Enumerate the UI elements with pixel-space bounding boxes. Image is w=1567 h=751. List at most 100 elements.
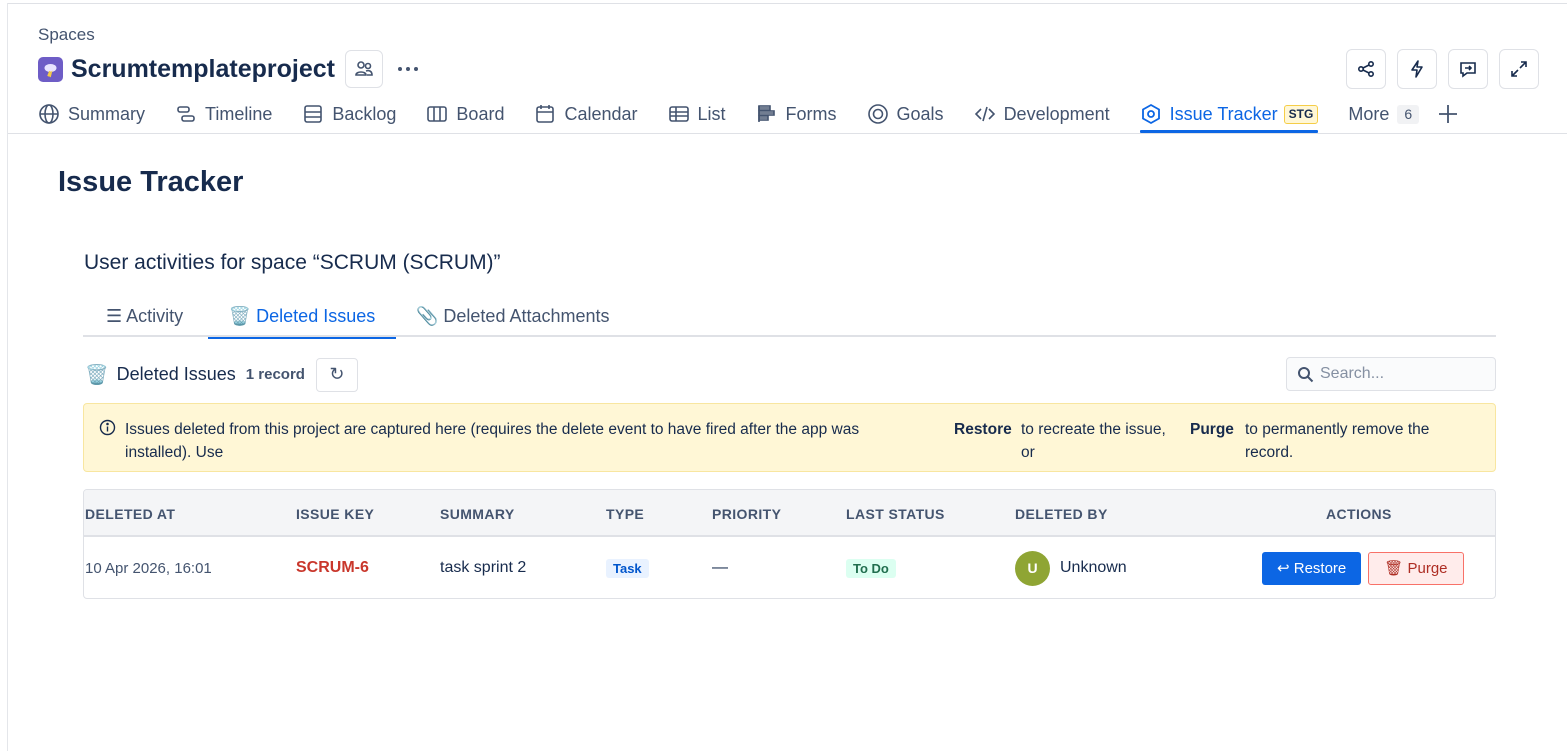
nav-goals[interactable]: Goals <box>867 98 944 130</box>
nav-divider <box>8 133 1567 134</box>
col-last-status: LAST STATUS <box>846 506 945 522</box>
tab-deleted-attachments-label: 📎 Deleted Attachments <box>416 306 610 326</box>
nav-list[interactable]: List <box>668 98 726 130</box>
notice-purge-word: Purge <box>1190 421 1234 438</box>
feedback-icon <box>1460 62 1476 78</box>
nav-timeline[interactable]: Timeline <box>175 98 272 130</box>
cell-last-status: To Do <box>846 537 896 598</box>
cell-actions: ↩ Restore 🗑 Purge <box>1262 537 1464 598</box>
search-box <box>1286 357 1496 391</box>
summary-value: task sprint 2 <box>440 559 527 576</box>
section-header: 🗑️ Deleted Issues 1 record ↻ <box>85 357 358 392</box>
fullscreen-button[interactable] <box>1499 49 1539 89</box>
col-actions: ACTIONS <box>1326 506 1392 522</box>
refresh-icon: ↻ <box>329 364 345 384</box>
cell-deleted-by: U Unknown <box>1015 537 1127 598</box>
notice-text-2: to recreate the issue, or <box>1021 421 1166 461</box>
info-icon <box>99 419 116 436</box>
more-count-badge: 6 <box>1397 104 1420 124</box>
nav-backlog-label: Backlog <box>332 103 397 124</box>
header-actions <box>1346 49 1539 89</box>
nav-timeline-label: Timeline <box>205 103 273 124</box>
nav-calendar[interactable]: Calendar <box>534 98 638 130</box>
globe-icon <box>39 104 59 124</box>
backlog-icon <box>304 105 323 123</box>
feedback-button[interactable] <box>1448 49 1488 89</box>
notice-text-3: to permanently remove the record. <box>1245 421 1430 461</box>
issue-key-link[interactable]: SCRUM-6 <box>296 559 369 577</box>
cell-priority: — <box>712 537 728 598</box>
table-header: DELETED AT ISSUE KEY SUMMARY TYPE PRIORI… <box>84 490 1495 537</box>
cell-issue-key: SCRUM-6 <box>296 537 369 598</box>
people-button[interactable] <box>344 50 383 88</box>
nav-forms[interactable]: Forms <box>756 98 837 130</box>
col-deleted-by: DELETED BY <box>1015 506 1108 522</box>
tab-activity[interactable]: ☰ Activity <box>106 296 183 337</box>
activity-tabs: ☰ Activity 🗑️ Deleted Issues 📎 Deleted A… <box>83 296 1496 339</box>
priority-value: — <box>712 559 728 576</box>
notice-text-1: Issues deleted from this project are cap… <box>125 421 860 461</box>
people-icon <box>355 61 373 76</box>
project-title: Scrumtemplateproject <box>71 54 335 83</box>
lightning-icon <box>1411 60 1423 78</box>
board-icon <box>427 106 448 122</box>
status-lozenge: To Do <box>846 558 896 578</box>
breadcrumb[interactable]: Spaces <box>38 25 95 45</box>
nav-board-label: Board <box>456 103 505 124</box>
tab-activity-label: ☰ Activity <box>106 306 184 326</box>
search-icon <box>1298 366 1314 382</box>
cell-type: Task <box>606 537 649 598</box>
col-priority: PRIORITY <box>712 506 782 522</box>
restore-button[interactable]: ↩ Restore <box>1262 551 1362 585</box>
left-border <box>7 3 8 751</box>
goals-icon <box>867 104 888 124</box>
nav-calendar-label: Calendar <box>564 103 638 124</box>
nav-development-label: Development <box>1003 103 1110 124</box>
share-icon <box>1357 60 1375 78</box>
project-avatar-icon <box>38 56 63 82</box>
deleted-by-value: Unknown <box>1060 559 1127 576</box>
plus-icon <box>1439 105 1458 123</box>
cell-summary: task sprint 2 <box>440 537 527 598</box>
col-deleted-at: DELETED AT <box>85 506 176 522</box>
nav-list-label: List <box>697 103 726 124</box>
tab-deleted-issues-label: 🗑️ Deleted Issues <box>228 306 376 326</box>
environment-badge: STG <box>1283 104 1319 124</box>
calendar-icon <box>536 105 555 123</box>
forms-icon <box>757 105 775 122</box>
page-title: Issue Tracker <box>58 166 244 198</box>
table-row: 10 Apr 2026, 16:01 SCRUM-6 task sprint 2… <box>84 537 1495 598</box>
nav-issue-tracker-label: Issue Tracker <box>1169 103 1278 124</box>
deleted-at-value: 10 Apr 2026, 16:01 <box>85 559 212 577</box>
list-icon <box>668 106 689 122</box>
nav-issue-tracker[interactable]: Issue Tracker STG <box>1139 98 1319 133</box>
trash-icon: 🗑️ <box>85 364 109 386</box>
cell-deleted-at: 10 Apr 2026, 16:01 <box>85 537 212 598</box>
record-count: 1 record <box>245 366 305 383</box>
nav-more-label: More <box>1348 103 1390 124</box>
search-input[interactable] <box>1320 365 1480 383</box>
nav-development[interactable]: Development <box>974 98 1110 130</box>
tab-deleted-issues[interactable]: 🗑️ Deleted Issues <box>208 296 396 339</box>
automation-button[interactable] <box>1397 49 1437 89</box>
nav-backlog[interactable]: Backlog <box>302 98 396 130</box>
app-icon <box>1141 103 1160 125</box>
nav-board[interactable]: Board <box>426 98 504 130</box>
nav-more[interactable]: More 6 <box>1348 98 1420 130</box>
share-button[interactable] <box>1346 49 1386 89</box>
tab-deleted-attachments[interactable]: 📎 Deleted Attachments <box>416 296 610 337</box>
more-actions-button[interactable] <box>393 54 423 84</box>
add-tab-button[interactable] <box>1437 98 1467 130</box>
purge-button[interactable]: 🗑 Purge <box>1368 551 1464 585</box>
notice-restore-word: Restore <box>954 421 1012 438</box>
refresh-button[interactable]: ↻ <box>315 357 358 392</box>
code-icon <box>974 106 995 122</box>
nav-summary[interactable]: Summary <box>38 98 145 130</box>
nav-goals-label: Goals <box>896 103 944 124</box>
project-header: Scrumtemplateproject <box>38 50 423 88</box>
col-type: TYPE <box>606 506 645 522</box>
deleted-issues-table: DELETED AT ISSUE KEY SUMMARY TYPE PRIORI… <box>83 489 1496 599</box>
col-summary: SUMMARY <box>440 506 515 522</box>
nav-summary-label: Summary <box>68 103 146 124</box>
page-subtitle: User activities for space “SCRUM (SCRUM)… <box>84 251 501 274</box>
